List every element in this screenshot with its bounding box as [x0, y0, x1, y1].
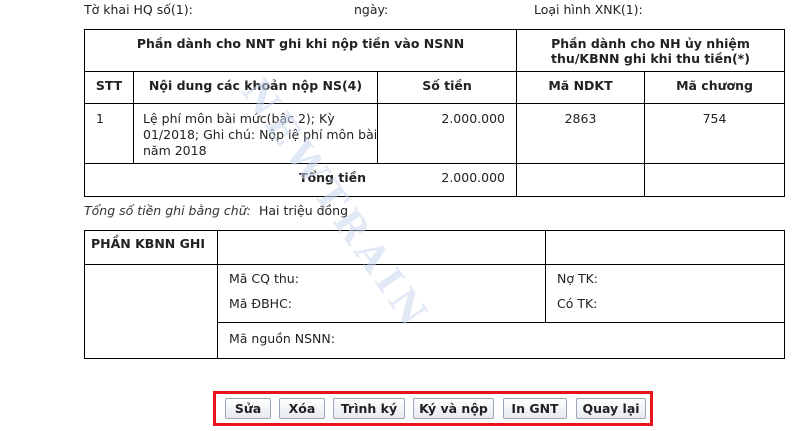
- co-tk-label: Có TK:: [557, 296, 598, 311]
- ma-dbhc-label: Mã ĐBHC:: [229, 296, 293, 311]
- loai-hinh-label: Loại hình XNK(1):: [534, 2, 643, 17]
- row-so-tien: 2.000.000: [441, 111, 505, 126]
- in-gnt-button[interactable]: In GNT: [503, 398, 567, 419]
- row-stt: 1: [96, 111, 104, 126]
- ma-nguon-nsnn-label: Mã nguồn NSNN:: [229, 331, 335, 346]
- amount-words-value: Hai triệu đồng: [259, 203, 349, 218]
- ma-cq-thu-label: Mã CQ thu:: [229, 271, 299, 286]
- col-header-stt: STT: [95, 78, 123, 93]
- amount-words-label: Tổng số tiền ghi bằng chữ:: [84, 203, 251, 218]
- col-header-ma-chuong: Mã chương: [676, 78, 753, 93]
- nnt-section-header: Phần dành cho NNT ghi khi nộp tiền vào N…: [136, 36, 465, 51]
- row-noi-dung-line2: 01/2018; Ghi chú: Nộp lệ phí môn bài: [143, 127, 378, 142]
- ngay-label: ngày:: [354, 2, 389, 17]
- xoa-button[interactable]: Xóa: [279, 398, 325, 419]
- row-noi-dung-line3: năm 2018: [143, 143, 207, 158]
- quay-lai-button[interactable]: Quay lại: [576, 398, 646, 419]
- sua-button[interactable]: Sửa: [225, 398, 271, 419]
- row-noi-dung-line1: Lệ phí môn bài mức(bậc 2); Kỳ: [143, 111, 335, 126]
- kbnn-header-line2: thu/KBNN ghi khi thu tiền(*): [551, 51, 750, 66]
- col-header-noi-dung: Nội dung các khoản nộp NS(4): [148, 78, 363, 93]
- row-ma-ndkt: 2863: [564, 111, 597, 126]
- ky-va-nop-button[interactable]: Ký và nộp: [413, 398, 494, 419]
- col-header-so-tien: Số tiền: [422, 78, 472, 93]
- kbnn-section-title: PHẦN KBNN GHI: [91, 236, 205, 251]
- trinh-ky-button[interactable]: Trình ký: [333, 398, 405, 419]
- tong-tien-value: 2.000.000: [441, 170, 505, 185]
- kbnn-header-line1: Phần dành cho NH ủy nhiệm: [551, 36, 750, 51]
- no-tk-label: Nợ TK:: [557, 271, 599, 286]
- to-khai-label: Tờ khai HQ số(1):: [84, 2, 193, 17]
- tong-tien-label: Tổng tiền: [299, 170, 366, 185]
- row-ma-chuong: 754: [702, 111, 727, 126]
- col-header-ma-ndkt: Mã NDKT: [548, 78, 613, 93]
